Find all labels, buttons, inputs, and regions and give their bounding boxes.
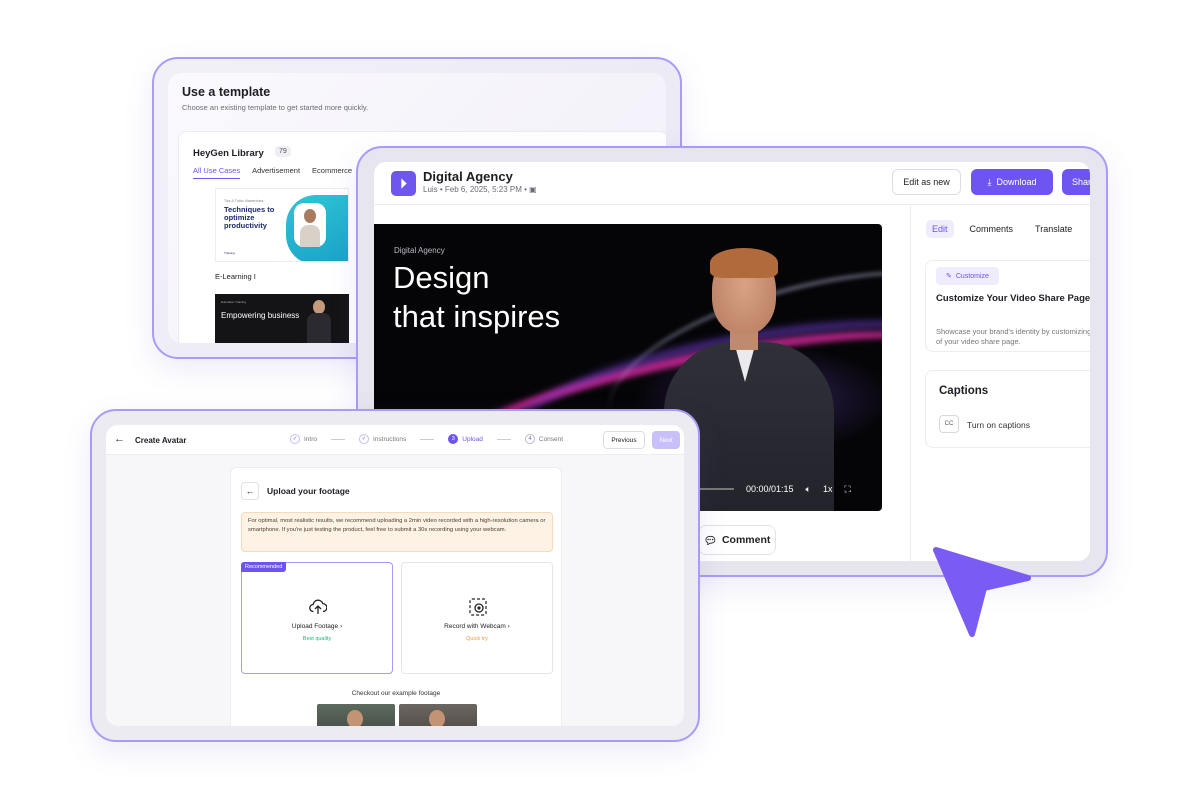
captions-card: Captions CC Turn on captions: [925, 370, 1090, 448]
step-number: 3: [448, 434, 459, 444]
upload-title: Upload your footage: [267, 486, 350, 496]
step-separator: [420, 438, 435, 440]
captions-cc-icon[interactable]: CC: [939, 415, 959, 433]
template-title: Use a template: [182, 85, 271, 99]
stepper: ✓ Intro ✓ Instructions 3 Upload 4 Consent: [290, 434, 563, 444]
share-button[interactable]: Share: [1062, 169, 1090, 195]
template-label: E-Learning I: [215, 272, 256, 281]
playback-speed[interactable]: 1x: [823, 484, 833, 494]
step-check-icon: ✓: [359, 434, 370, 444]
tab-all-use-cases[interactable]: All Use Cases: [193, 166, 241, 179]
upload-footage-option[interactable]: Recommended Upload Footage › Best qualit…: [241, 562, 393, 674]
step-consent[interactable]: 4 Consent: [524, 434, 564, 444]
step-intro[interactable]: ✓ Intro: [290, 434, 317, 444]
step-upload[interactable]: 3 Upload: [448, 434, 483, 444]
back-arrow-icon[interactable]: ←: [241, 482, 259, 500]
header-divider: [374, 204, 1090, 205]
webcam-record-icon: [468, 597, 488, 617]
upload-panel: ← Upload your footage For optimal, most …: [230, 467, 562, 726]
record-webcam-sub: Quick try: [466, 636, 488, 642]
cloud-upload-icon: [308, 597, 328, 617]
tab-translate[interactable]: Translate: [1029, 220, 1078, 238]
video-meta: Luis • Feb 6, 2025, 5:23 PM • ▣: [423, 185, 537, 194]
customize-button[interactable]: ✎ Customize: [936, 267, 999, 285]
edit-as-new-button[interactable]: Edit as new: [892, 169, 961, 195]
player-label: Digital Agency: [394, 246, 445, 255]
thumbnail-header: Tips & Tricks Masterclass: [224, 199, 264, 203]
avatar-topbar: ← Create Avatar ✓ Intro ✓ Instructions 3 Up…: [106, 425, 684, 455]
upload-footage-sub: Best quality: [302, 636, 332, 642]
template-tabs: All Use Cases Advertisement Ecommerce: [193, 166, 352, 179]
previous-button[interactable]: Previous: [603, 431, 645, 449]
step-label: Intro: [304, 435, 318, 443]
download-button[interactable]: ⤓ Download: [971, 169, 1053, 195]
library-count-badge: 79: [275, 146, 291, 157]
tab-ecommerce[interactable]: Ecommerce: [312, 166, 352, 179]
video-meta-text: Luis • Feb 6, 2025, 5:23 PM •: [423, 185, 527, 194]
customize-description: Showcase your brand's identity by custom…: [936, 327, 1090, 347]
thumbnail-text: Techniques to optimize productivity: [224, 205, 275, 230]
wand-icon: ✎: [946, 273, 952, 280]
step-check-icon: ✓: [290, 434, 300, 444]
step-separator: [331, 438, 346, 440]
template-thumbnail-business[interactable]: Education Training Empowering business: [215, 294, 349, 343]
pointer-cursor-icon: [933, 547, 1031, 637]
step-separator: [496, 438, 511, 440]
example-footage-thumbnail[interactable]: [317, 704, 395, 726]
customize-title: Customize Your Video Share Page: [936, 293, 1090, 304]
heygen-logo-icon: ⏵: [391, 171, 416, 196]
fullscreen-icon[interactable]: ⛶: [844, 484, 850, 495]
upload-footage-label: Upload Footage ›: [291, 623, 343, 630]
step-label: Instructions: [373, 435, 407, 443]
example-footage-thumbnail[interactable]: [399, 704, 477, 726]
comment-label: Comment: [721, 534, 771, 546]
example-footage-label: Checkout our example footage: [351, 690, 441, 697]
time-display: 00:00/01:15: [746, 484, 794, 494]
comment-button[interactable]: 💬︎ Comment: [698, 525, 776, 555]
create-avatar-window: ← Create Avatar ✓ Intro ✓ Instructions 3 Up…: [90, 409, 700, 742]
avatar-title: Create Avatar: [135, 436, 187, 445]
template-thumbnail-productivity[interactable]: Tips & Tricks Masterclass Techniques to …: [215, 188, 349, 262]
video-title: Digital Agency: [423, 169, 513, 184]
step-label: Consent: [538, 435, 564, 443]
library-title: HeyGen Library: [193, 148, 264, 159]
tab-comments[interactable]: Comments: [964, 220, 1020, 238]
download-icon: ⤓: [987, 176, 992, 187]
thumbnail-footer: Training: [224, 251, 235, 255]
player-controls: 00:00/01:15 🔈︎ 1x ⛶: [694, 476, 874, 502]
camera-icon: ▣: [529, 185, 537, 194]
step-number: 4: [524, 434, 535, 444]
tab-edit[interactable]: Edit: [926, 220, 954, 238]
captions-title: Captions: [939, 385, 989, 397]
volume-icon[interactable]: 🔈︎: [806, 484, 811, 495]
record-webcam-option[interactable]: Record with Webcam › Quick try: [401, 562, 553, 674]
step-instructions[interactable]: ✓ Instructions: [359, 434, 406, 444]
player-headline-1: Design: [393, 260, 490, 295]
progress-track[interactable]: [694, 488, 734, 490]
captions-toggle-label[interactable]: Turn on captions: [967, 420, 1030, 430]
thumbnail-header: Education Training: [221, 300, 246, 304]
step-label: Upload: [462, 435, 483, 443]
comment-icon: 💬︎: [703, 534, 717, 547]
sidebar-divider: [910, 204, 911, 561]
create-avatar-container: ← Create Avatar ✓ Intro ✓ Instructions 3 Up…: [106, 425, 684, 726]
template-subtitle: Choose an existing template to get start…: [182, 103, 369, 112]
download-label: Download: [996, 177, 1037, 187]
presenter-hair: [710, 248, 778, 278]
presenter-image: [307, 300, 331, 343]
record-webcam-label: Record with Webcam ›: [444, 623, 510, 630]
customize-card: ✎ Customize Customize Your Video Share P…: [925, 260, 1090, 352]
tab-advertisement[interactable]: Advertisement: [252, 166, 300, 179]
customize-label: Customize: [955, 272, 989, 280]
side-tabs: Edit Comments Translate: [926, 220, 1078, 238]
recommendation-note: For optimal, most realistic results, we …: [241, 512, 553, 552]
recommended-badge: Recommended: [241, 562, 287, 572]
player-headline-2: that inspires: [393, 299, 561, 334]
back-arrow-icon[interactable]: ←: [114, 433, 125, 445]
presenter-image: [294, 203, 326, 247]
thumbnail-text: Empowering business: [221, 311, 300, 320]
next-button[interactable]: Next: [652, 431, 680, 449]
